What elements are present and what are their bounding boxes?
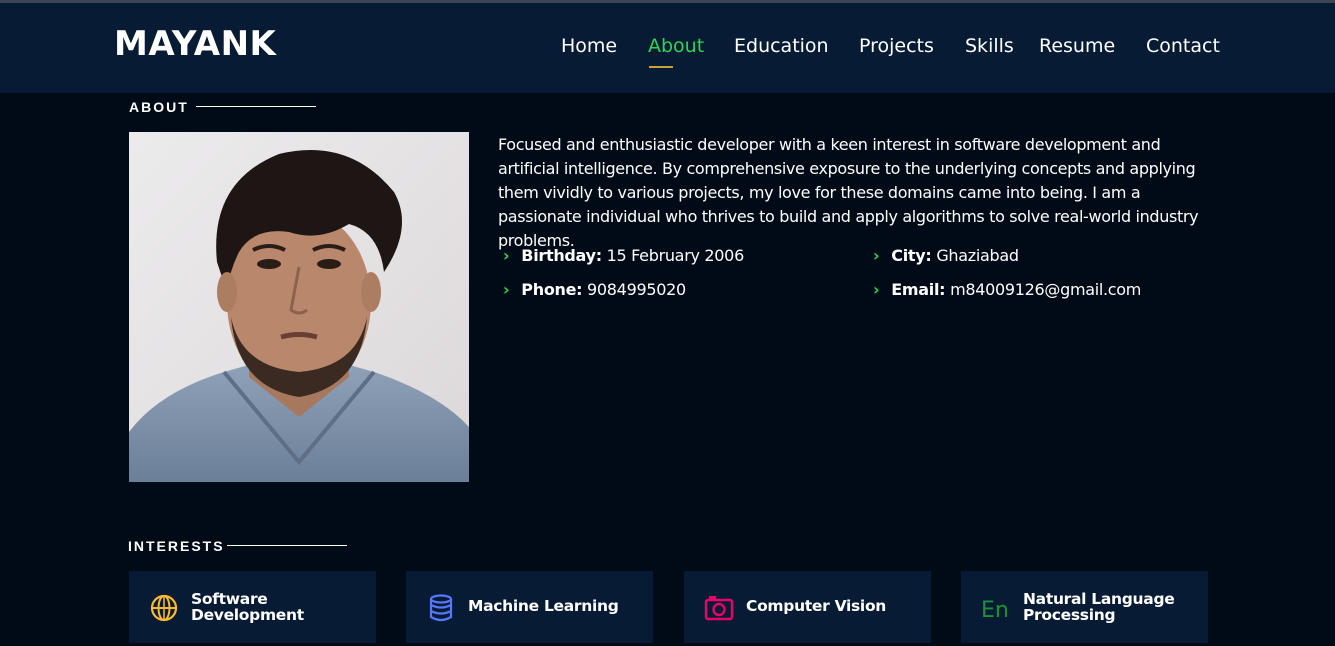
interest-card-natural-language-processing[interactable]: En Natural Language Processing xyxy=(961,571,1208,643)
info-city: › City: Ghaziabad xyxy=(873,246,1019,265)
info-email: › Email: m84009126@gmail.com xyxy=(873,280,1141,299)
portrait-illustration xyxy=(129,132,469,482)
info-label: City: xyxy=(891,246,932,265)
interest-label: Natural Language Processing xyxy=(1023,590,1175,624)
nav-education[interactable]: Education xyxy=(734,35,829,57)
nav-about[interactable]: About xyxy=(648,35,704,57)
language-icon: En xyxy=(981,598,1009,623)
active-nav-underline xyxy=(649,66,673,68)
interest-label: Software Development xyxy=(191,590,304,624)
about-section-title: ABOUT xyxy=(129,99,189,115)
chevron-right-icon: › xyxy=(503,280,510,299)
about-description: Focused and enthusiastic developer with … xyxy=(498,135,1199,250)
info-value: Ghaziabad xyxy=(936,246,1019,265)
info-value: 9084995020 xyxy=(587,280,686,299)
interest-card-machine-learning[interactable]: Machine Learning xyxy=(406,571,653,643)
info-label: Birthday: xyxy=(521,246,602,265)
info-label: Email: xyxy=(891,280,946,299)
globe-icon xyxy=(150,594,178,622)
about-title-line xyxy=(196,106,316,107)
camera-icon xyxy=(704,596,734,621)
chevron-right-icon: › xyxy=(873,280,880,299)
nav-home[interactable]: Home xyxy=(561,35,617,57)
profile-photo xyxy=(129,132,469,482)
interests-title-line xyxy=(227,545,347,546)
info-birthday: › Birthday: 15 February 2006 xyxy=(503,246,744,265)
nav-resume[interactable]: Resume xyxy=(1039,35,1115,57)
chevron-right-icon: › xyxy=(503,246,510,265)
interest-label: Computer Vision xyxy=(746,597,887,615)
interests-section-title: INTERESTS xyxy=(128,538,225,554)
main-nav: Home About Education Projects Skills Res… xyxy=(0,35,1335,68)
svg-text:En: En xyxy=(981,598,1009,623)
info-value: 15 February 2006 xyxy=(606,246,745,265)
site-header: MAYANK Home About Education Projects Ski… xyxy=(0,3,1335,93)
database-icon xyxy=(429,594,453,622)
interest-card-computer-vision[interactable]: Computer Vision xyxy=(684,571,931,643)
info-value: m84009126@gmail.com xyxy=(950,280,1142,299)
info-label: Phone: xyxy=(521,280,583,299)
nav-skills[interactable]: Skills xyxy=(965,35,1014,57)
nav-contact[interactable]: Contact xyxy=(1146,35,1220,57)
chevron-right-icon: › xyxy=(873,246,880,265)
nav-projects[interactable]: Projects xyxy=(859,35,934,57)
info-phone: › Phone: 9084995020 xyxy=(503,280,686,299)
interest-card-software-development[interactable]: Software Development xyxy=(129,571,376,643)
interest-label: Machine Learning xyxy=(468,597,619,615)
